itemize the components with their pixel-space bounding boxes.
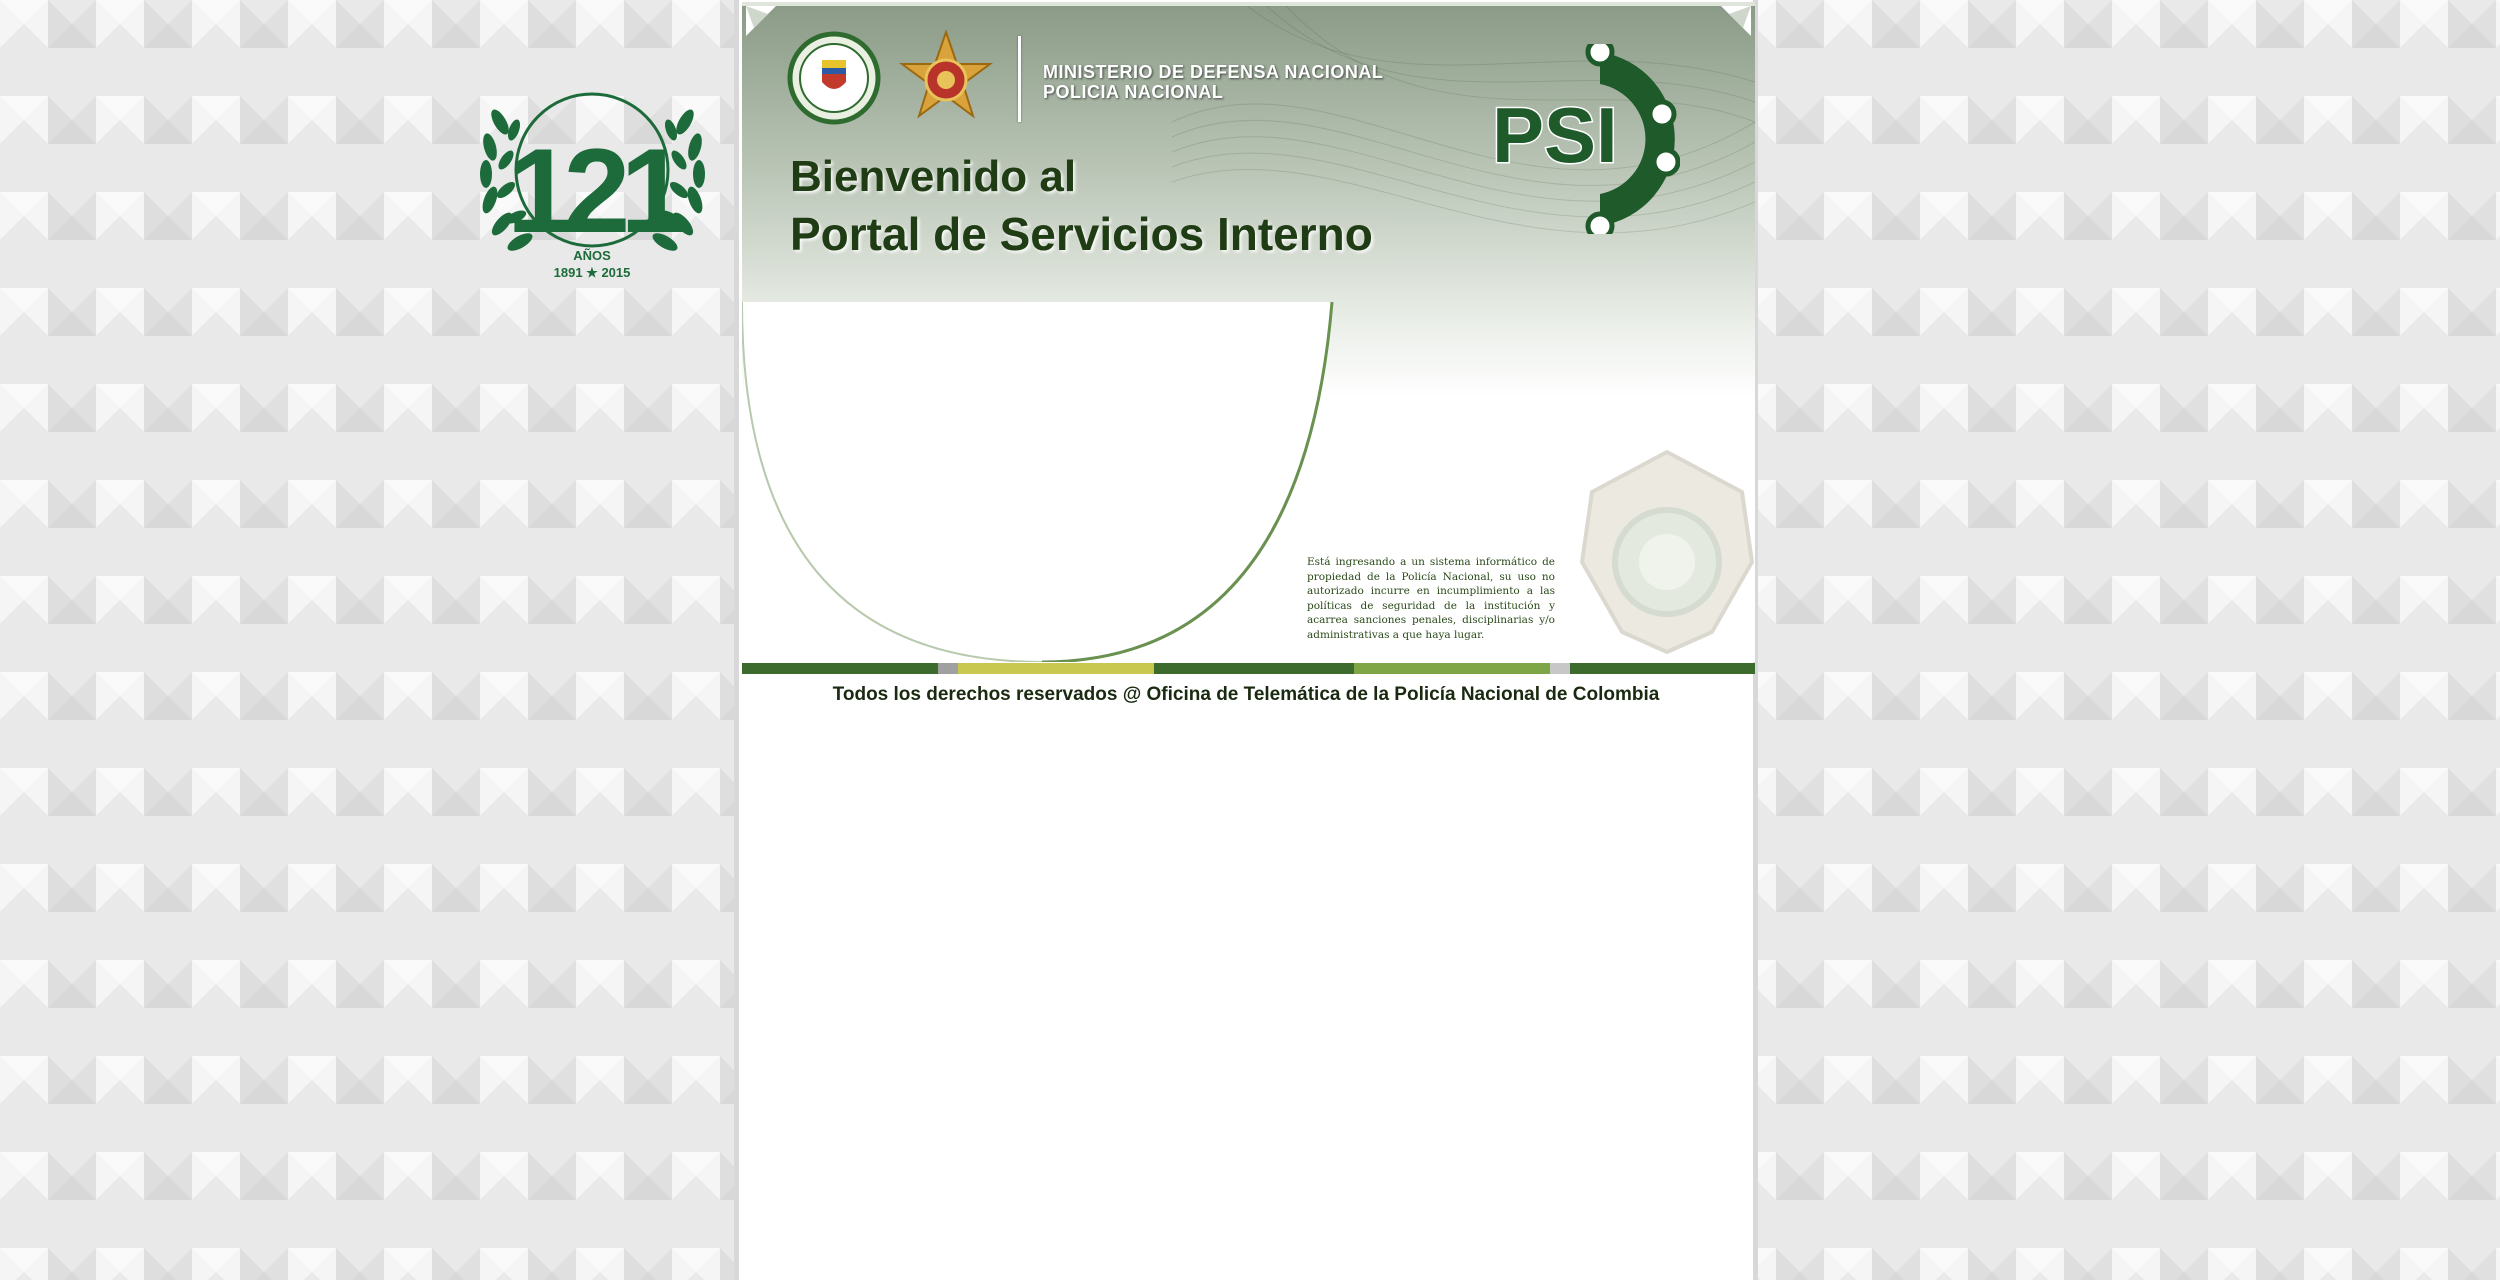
portal-heading: Portal de Servicios Interno [790,208,1373,260]
color-strip-segment [742,663,938,674]
police-badge-watermark [1579,449,1755,655]
police-title: POLICIA NACIONAL [1043,82,1224,102]
emblem-number: 121 [507,124,684,258]
color-strip-segment [938,663,958,674]
welcome-heading: Bienvenido al [790,152,1077,201]
police-shield-icon [787,31,881,125]
anniversary-emblem: 121 AÑOS 1891 ★ 2015 [470,82,715,282]
header-divider [1018,36,1021,122]
main-column: MINISTERIO DE DEFENSA NACIONAL POLICIA N… [734,0,1758,1280]
copyright-footer: Todos los derechos reservados @ Oficina … [832,684,1660,705]
header-banner: MINISTERIO DE DEFENSA NACIONAL POLICIA N… [742,2,1755,662]
color-strip-segment [1550,663,1570,674]
institution-shields [787,30,994,125]
color-strip-segment [1154,663,1354,674]
security-notice: Está ingresando a un sistema informático… [1307,556,1555,641]
corner-fold-icon [746,6,776,36]
color-strip-segment [958,663,1154,674]
color-strip-segment [1354,663,1550,674]
psi-logo: PSI [1491,44,1680,234]
ministry-title: MINISTERIO DE DEFENSA NACIONAL [1043,62,1384,82]
star-medal-icon [898,30,994,119]
emblem-anos-label: AÑOS [573,248,611,263]
corner-fold-icon [1721,6,1751,36]
emblem-years: 1891 ★ 2015 [554,265,631,280]
psi-logo-text: PSI [1492,91,1618,179]
color-strip [742,663,1755,674]
color-strip-segment [1570,663,1755,674]
